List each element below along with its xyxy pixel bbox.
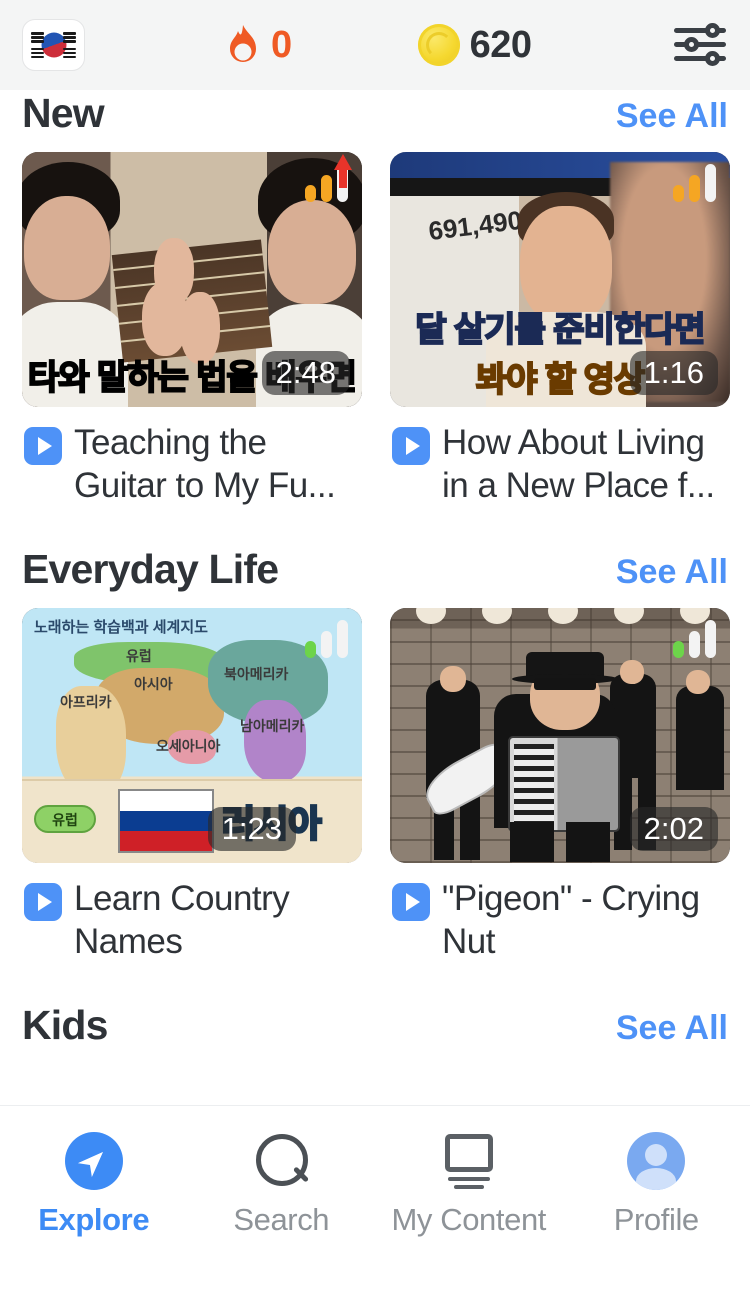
monitor-icon bbox=[440, 1132, 498, 1190]
app-root: 0 620 New See All 타와 말하는 법을 배우면 2:48 Tea… bbox=[0, 0, 750, 1297]
see-all-new[interactable]: See All bbox=[616, 97, 728, 136]
video-title-text: Learn Country Names bbox=[74, 878, 290, 962]
map-label: 남아메리카 bbox=[240, 717, 305, 734]
map-label: 아시아 bbox=[134, 675, 173, 692]
video-thumbnail[interactable]: 노래하는 학습백과 세계지도 유럽 아시아 아프리카 북아메리카 남아메리카 오… bbox=[22, 607, 362, 863]
video-card[interactable]: 2:02 "Pigeon" - Crying Nut bbox=[390, 607, 730, 964]
tab-search[interactable]: Search bbox=[188, 1132, 376, 1238]
map-label: 아프리카 bbox=[60, 693, 112, 710]
tab-my-content[interactable]: My Content bbox=[375, 1132, 563, 1238]
bottom-tab-bar: Explore Search My Content Profile bbox=[0, 1105, 750, 1297]
video-thumbnail[interactable]: 타와 말하는 법을 배우면 2:48 bbox=[22, 152, 362, 407]
app-header: 0 620 bbox=[0, 0, 750, 90]
card-row-everyday-life[interactable]: 노래하는 학습백과 세계지도 유럽 아시아 아프리카 북아메리카 남아메리카 오… bbox=[0, 607, 750, 964]
tab-label: Profile bbox=[613, 1202, 699, 1237]
play-icon bbox=[24, 882, 62, 921]
search-icon bbox=[252, 1132, 310, 1190]
duration-badge: 1:16 bbox=[629, 351, 718, 395]
difficulty-bars bbox=[673, 619, 716, 658]
streak-counter[interactable]: 0 bbox=[225, 24, 292, 67]
map-label: 오세아니아 bbox=[156, 737, 221, 754]
trend-arrow-icon bbox=[334, 154, 352, 188]
video-title-text: How About Living in a New Place f... bbox=[442, 423, 715, 506]
duration-badge: 2:48 bbox=[261, 351, 350, 395]
see-all-everyday-life[interactable]: See All bbox=[616, 553, 728, 592]
play-icon bbox=[392, 882, 430, 921]
tab-label: Search bbox=[233, 1202, 330, 1237]
compass-icon bbox=[64, 1132, 123, 1190]
play-icon bbox=[24, 427, 62, 465]
play-icon bbox=[392, 427, 430, 465]
sliders-icon[interactable] bbox=[672, 22, 728, 67]
video-card-title[interactable]: Teaching the Guitar to My Fu... bbox=[22, 407, 362, 508]
video-card-title[interactable]: How About Living in a New Place f... bbox=[390, 407, 730, 508]
video-title-text: "Pigeon" - Crying Nut bbox=[442, 878, 700, 962]
avatar-icon bbox=[627, 1132, 686, 1190]
video-card-title[interactable]: Learn Country Names bbox=[22, 863, 362, 964]
map-header-text: 노래하는 학습백과 세계지도 bbox=[34, 618, 208, 636]
section-header-new: New See All bbox=[0, 90, 750, 152]
video-title-text: Teaching the Guitar to My Fu... bbox=[74, 423, 336, 506]
video-card[interactable]: 691,490원 달 살기를 준비한다면 봐야 할 영상 1:16 How Ab… bbox=[390, 152, 730, 508]
duration-badge: 1:23 bbox=[207, 806, 296, 851]
tab-label: Explore bbox=[38, 1202, 150, 1237]
flame-icon bbox=[225, 24, 261, 66]
map-label: 유럽 bbox=[126, 647, 152, 664]
difficulty-bars bbox=[673, 164, 716, 202]
difficulty-bars bbox=[305, 154, 352, 202]
see-all-kids[interactable]: See All bbox=[616, 1009, 728, 1048]
section-header-kids: Kids See All bbox=[0, 1002, 750, 1064]
thumbnail-overlay-line1: 달 살기를 준비한다면 bbox=[414, 310, 706, 350]
video-thumbnail[interactable]: 691,490원 달 살기를 준비한다면 봐야 할 영상 1:16 bbox=[390, 152, 730, 407]
coin-counter[interactable]: 620 bbox=[417, 23, 532, 67]
tab-label: My Content bbox=[391, 1202, 546, 1237]
card-row-new[interactable]: 타와 말하는 법을 배우면 2:48 Teaching the Guitar t… bbox=[0, 152, 750, 508]
duration-badge: 2:02 bbox=[629, 806, 718, 851]
tab-explore[interactable]: Explore bbox=[0, 1132, 188, 1238]
section-title: Everyday Life bbox=[22, 545, 279, 592]
streak-value: 0 bbox=[271, 23, 292, 66]
tab-profile[interactable]: Profile bbox=[563, 1132, 750, 1238]
difficulty-bars bbox=[305, 619, 348, 658]
section-header-everyday-life: Everyday Life See All bbox=[0, 546, 750, 608]
video-card-title[interactable]: "Pigeon" - Crying Nut bbox=[390, 863, 730, 964]
region-pill: 유럽 bbox=[34, 804, 96, 833]
video-thumbnail[interactable]: 2:02 bbox=[390, 607, 730, 863]
russia-flag-icon bbox=[118, 788, 214, 853]
south-korea-flag-icon[interactable] bbox=[22, 19, 85, 71]
section-title: Kids bbox=[22, 1001, 108, 1048]
section-title: New bbox=[22, 90, 105, 136]
video-card[interactable]: 타와 말하는 법을 배우면 2:48 Teaching the Guitar t… bbox=[22, 152, 362, 508]
map-label: 북아메리카 bbox=[224, 665, 289, 682]
coin-icon bbox=[417, 24, 460, 66]
coin-value: 620 bbox=[469, 23, 532, 66]
video-card[interactable]: 노래하는 학습백과 세계지도 유럽 아시아 아프리카 북아메리카 남아메리카 오… bbox=[22, 607, 362, 964]
